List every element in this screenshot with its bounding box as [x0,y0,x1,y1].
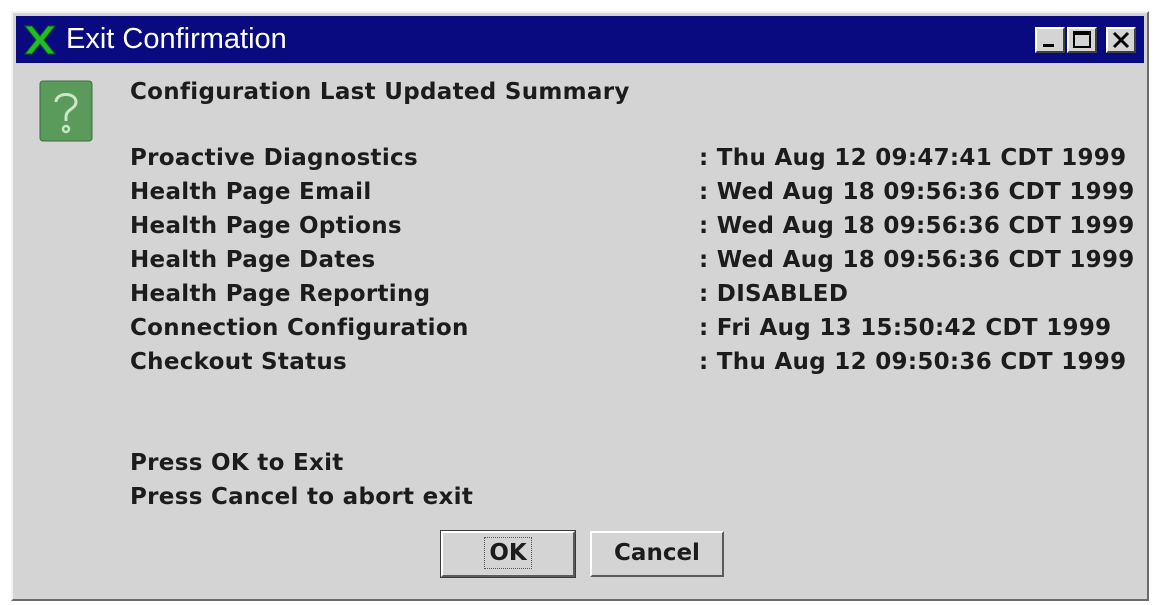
window-title: Exit Confirmation [66,23,287,55]
maximize-button[interactable] [1067,27,1097,53]
maximize-icon [1073,31,1091,48]
summary-heading: Configuration Last Updated Summary [130,79,630,105]
row-value-health-page-reporting: : DISABLED [699,281,849,307]
row-label-checkout-status: Checkout Status [130,349,347,375]
close-icon [1112,31,1130,49]
title-bar[interactable]: Exit Confirmation [16,16,1144,63]
close-button[interactable] [1106,27,1136,53]
question-icon [39,80,93,142]
minimize-icon [1043,44,1054,47]
row-label-health-page-reporting: Health Page Reporting [130,281,431,307]
row-label-health-page-dates: Health Page Dates [130,247,376,273]
row-value-connection-configuration: : Fri Aug 13 15:50:42 CDT 1999 [699,315,1112,341]
cancel-button[interactable]: Cancel [590,531,724,577]
row-value-health-page-options: : Wed Aug 18 09:56:36 CDT 1999 [699,213,1135,239]
x-logo-icon [22,23,58,57]
minimize-button[interactable] [1035,27,1065,53]
instruction-cancel: Press Cancel to abort exit [130,484,474,510]
instruction-ok: Press OK to Exit [130,450,344,476]
row-value-proactive-diagnostics: : Thu Aug 12 09:47:41 CDT 1999 [699,145,1127,171]
row-value-checkout-status: : Thu Aug 12 09:50:36 CDT 1999 [699,349,1127,375]
row-label-health-page-email: Health Page Email [130,179,372,205]
ok-button[interactable]: OK [440,530,576,578]
row-label-connection-configuration: Connection Configuration [130,315,469,341]
row-value-health-page-dates: : Wed Aug 18 09:56:36 CDT 1999 [699,247,1135,273]
row-label-proactive-diagnostics: Proactive Diagnostics [130,145,418,171]
ok-button-label: OK [484,537,532,569]
exit-confirmation-window: Exit Confirmation Configuration Last Upd… [11,11,1149,601]
row-label-health-page-options: Health Page Options [130,213,402,239]
row-value-health-page-email: : Wed Aug 18 09:56:36 CDT 1999 [699,179,1135,205]
